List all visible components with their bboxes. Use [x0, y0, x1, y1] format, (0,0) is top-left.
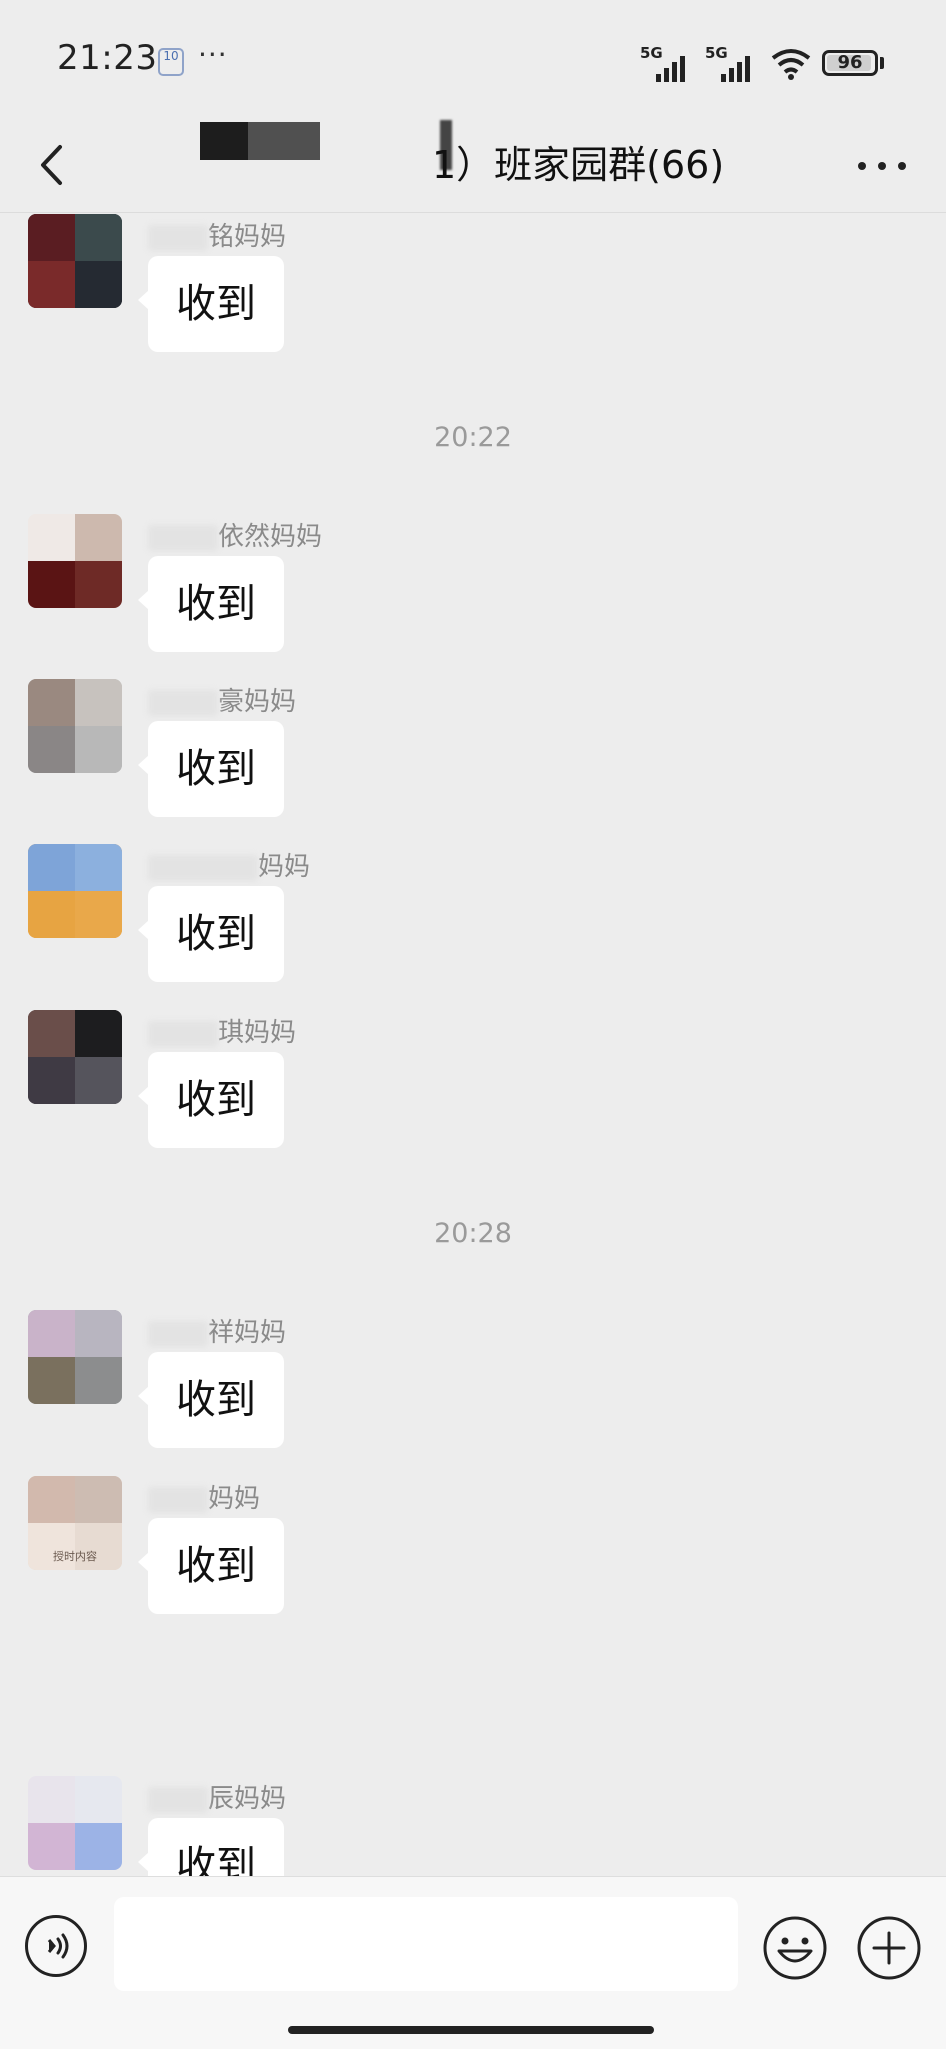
- home-indicator[interactable]: [288, 2026, 654, 2034]
- timestamp: 20:22: [434, 422, 512, 453]
- redacted-title-block: [200, 122, 320, 160]
- status-more-icon: ···: [198, 38, 228, 71]
- more-horizontal-icon[interactable]: [852, 150, 912, 182]
- battery-level-text: 96: [837, 52, 863, 73]
- message-bubble[interactable]: 收到: [138, 721, 284, 817]
- notification-badge-icon: 10: [158, 48, 184, 76]
- plus-circle-icon[interactable]: [856, 1915, 922, 1981]
- sender-name: 辰妈妈: [148, 1778, 286, 1815]
- voice-icon[interactable]: [25, 1915, 87, 1977]
- sender-name: 祥妈妈: [148, 1312, 286, 1349]
- message-bubble[interactable]: 收到: [138, 886, 284, 982]
- message-bubble[interactable]: 收到: [138, 1518, 284, 1614]
- sender-name: 豪妈妈: [148, 681, 296, 718]
- message-bubble[interactable]: 收到: [138, 1052, 284, 1148]
- timestamp: 20:28: [434, 1218, 512, 1249]
- message-input[interactable]: [114, 1897, 738, 1991]
- sender-name: 妈妈: [148, 846, 310, 883]
- chat-title[interactable]: 1）班家园群(66): [432, 134, 724, 189]
- avatar[interactable]: [28, 1310, 122, 1404]
- avatar-caption: 授时内容: [53, 1550, 97, 1563]
- message-bubble[interactable]: 收到: [138, 556, 284, 652]
- avatar[interactable]: [28, 844, 122, 938]
- status-bar: 21:23 10 ··· 5G 5G 96: [0, 0, 946, 120]
- message-bubble[interactable]: 收到: [138, 256, 284, 352]
- sender-name: 铭妈妈: [148, 216, 286, 253]
- sender-name: 依然妈妈: [148, 516, 322, 553]
- battery-icon: 96: [822, 50, 878, 76]
- chat-header: 1）班家园群(66): [0, 120, 946, 213]
- status-time: 21:23: [57, 38, 158, 78]
- chevron-left-icon[interactable]: [30, 130, 90, 200]
- wifi-icon: [771, 49, 811, 80]
- avatar[interactable]: [28, 1776, 122, 1870]
- emoji-icon[interactable]: [762, 1915, 828, 1981]
- battery-nub: [880, 57, 884, 69]
- avatar[interactable]: 授时内容: [28, 1476, 122, 1570]
- sender-name: 妈妈: [148, 1478, 260, 1515]
- sender-name: 琪妈妈: [148, 1012, 296, 1049]
- input-bar: [0, 1876, 946, 2049]
- avatar[interactable]: [28, 214, 122, 308]
- avatar[interactable]: [28, 1010, 122, 1104]
- message-bubble[interactable]: 收到: [138, 1352, 284, 1448]
- avatar[interactable]: [28, 514, 122, 608]
- avatar[interactable]: [28, 679, 122, 773]
